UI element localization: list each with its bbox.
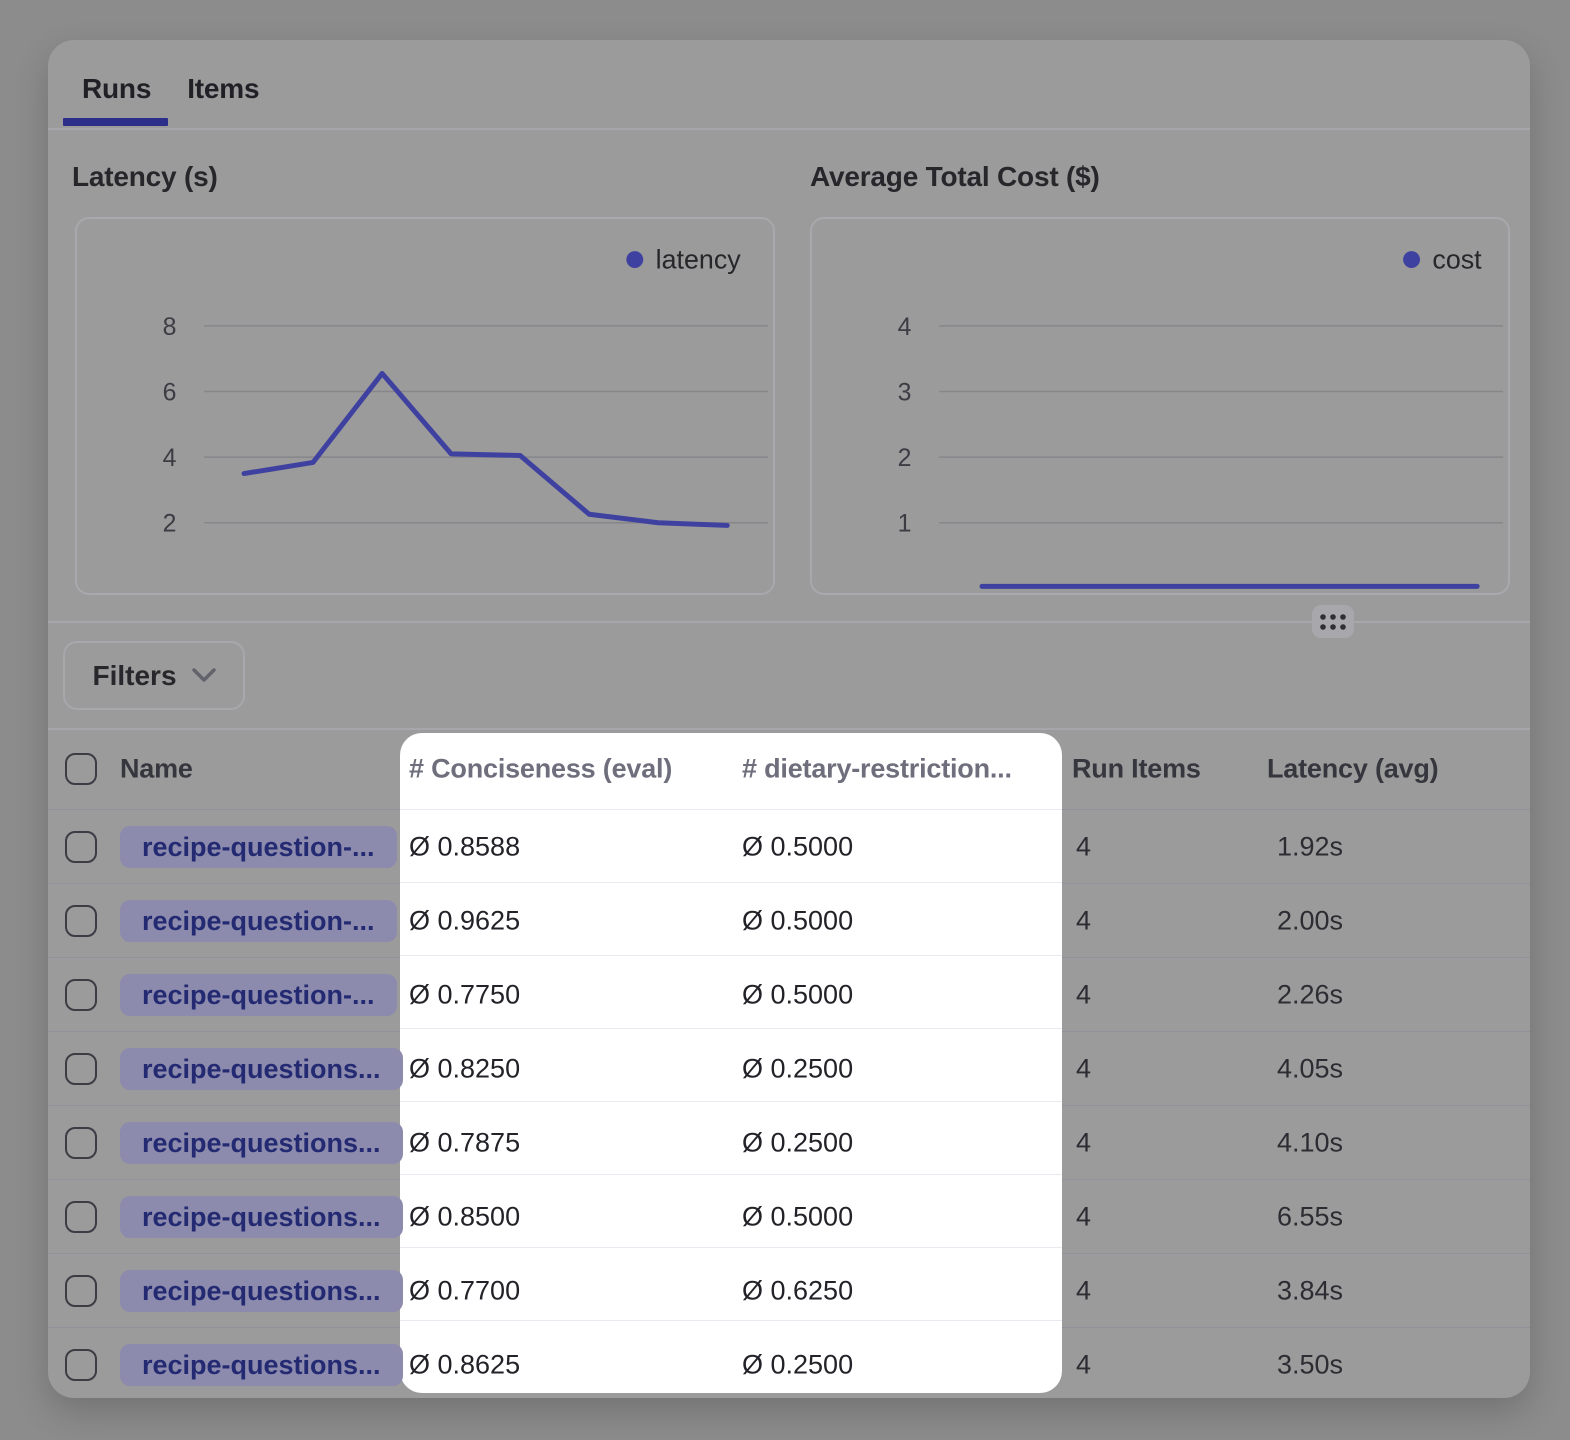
run-name-link[interactable]: recipe-questions... [120,1270,403,1312]
run-name-link[interactable]: recipe-questions... [120,1122,403,1164]
run-items-value: 4 [1076,1349,1091,1380]
spotlight-row-separator [400,1320,1062,1322]
spotlight-row-separator [400,882,1062,884]
run-name-link[interactable]: recipe-questions... [120,1344,403,1386]
dietary-restriction-value: Ø 0.5000 [742,979,853,1010]
svg-text:4: 4 [898,314,912,341]
tabs-divider [48,128,1530,130]
dietary-restriction-value: Ø 0.6250 [742,1275,853,1306]
row-checkbox[interactable] [65,1053,97,1085]
cost-chart: 4 3 2 1 cost [812,219,1508,593]
run-name-link[interactable]: recipe-question-... [120,900,397,942]
conciseness-value: Ø 0.8250 [409,1053,520,1084]
svg-text:1: 1 [898,511,912,538]
conciseness-value: Ø 0.7700 [409,1275,520,1306]
latency-avg-value: 6.55s [1277,1201,1343,1232]
dietary-restriction-value: Ø 0.2500 [742,1349,853,1380]
svg-text:6: 6 [163,379,177,406]
tab-items[interactable]: Items [187,64,259,114]
page-background: { "tabs": [ {"label": "Runs", "active": … [0,0,1570,1440]
run-name-link[interactable]: recipe-question-... [120,974,397,1016]
active-tab-underline [63,118,168,126]
column-header-dietary-restriction: # dietary-restriction... [742,753,1012,784]
latency-avg-value: 2.26s [1277,979,1343,1010]
main-card: Runs Items Latency (s) Average Total Cos… [48,40,1530,1398]
svg-text:8: 8 [163,314,177,341]
row-checkbox[interactable] [65,1127,97,1159]
conciseness-value: Ø 0.8500 [409,1201,520,1232]
tab-runs[interactable]: Runs [82,64,151,114]
row-checkbox[interactable] [65,831,97,863]
conciseness-value: Ø 0.8588 [409,831,520,862]
charts-section-divider [48,621,1530,623]
conciseness-value: Ø 0.7750 [409,979,520,1010]
row-checkbox[interactable] [65,905,97,937]
run-items-value: 4 [1076,1127,1091,1158]
run-name-link[interactable]: recipe-questions... [120,1048,403,1090]
latency-chart: 8 6 4 2 latency [77,219,773,593]
run-items-value: 4 [1076,831,1091,862]
latency-avg-value: 4.10s [1277,1127,1343,1158]
latency-chart-title: Latency (s) [72,161,218,193]
run-items-value: 4 [1076,1275,1091,1306]
latency-avg-value: 3.84s [1277,1275,1343,1306]
cost-chart-title: Average Total Cost ($) [810,161,1100,193]
latency-avg-value: 4.05s [1277,1053,1343,1084]
row-checkbox[interactable] [65,1201,97,1233]
spotlight-row-separator [400,955,1062,957]
run-items-value: 4 [1076,1053,1091,1084]
latency-avg-value: 3.50s [1277,1349,1343,1380]
column-header-name: Name [120,753,193,784]
drag-dots-icon [1320,614,1346,630]
conciseness-value: Ø 0.8625 [409,1349,520,1380]
run-items-value: 4 [1076,905,1091,936]
run-name-link[interactable]: recipe-question-... [120,826,397,868]
run-name-link[interactable]: recipe-questions... [120,1196,403,1238]
latency-avg-value: 1.92s [1277,831,1343,862]
run-items-value: 4 [1076,1201,1091,1232]
column-header-run-items: Run Items [1072,753,1201,784]
dietary-restriction-value: Ø 0.2500 [742,1127,853,1158]
cost-chart-card: 4 3 2 1 cost [810,217,1510,595]
header-checkbox[interactable] [65,753,97,785]
chevron-down-icon [192,668,216,683]
spotlight-row-separator [400,1101,1062,1103]
filters-button-label: Filters [92,660,176,692]
svg-text:4: 4 [163,445,177,472]
dietary-restriction-value: Ø 0.5000 [742,1201,853,1232]
column-header-latency-avg: Latency (avg) [1267,753,1438,784]
spotlight-row-separator [400,1028,1062,1030]
run-items-value: 4 [1076,979,1091,1010]
svg-text:cost: cost [1432,245,1482,275]
spotlight-row-separator [400,1174,1062,1176]
row-checkbox[interactable] [65,1275,97,1307]
svg-text:2: 2 [898,445,912,472]
spotlight-row-separator [400,809,1062,811]
row-checkbox[interactable] [65,1349,97,1381]
drag-handle[interactable] [1312,605,1354,638]
row-checkbox[interactable] [65,979,97,1011]
tab-bar: Runs Items [82,64,259,114]
svg-text:3: 3 [898,379,912,406]
svg-text:2: 2 [163,511,177,538]
latency-chart-card: 8 6 4 2 latency [75,217,775,595]
conciseness-value: Ø 0.9625 [409,905,520,936]
filters-button[interactable]: Filters [63,641,245,710]
spotlight-row-separator [400,1247,1062,1249]
column-header-conciseness: # Conciseness (eval) [409,753,672,784]
latency-avg-value: 2.00s [1277,905,1343,936]
svg-text:latency: latency [656,245,742,275]
dietary-restriction-value: Ø 0.2500 [742,1053,853,1084]
dietary-restriction-value: Ø 0.5000 [742,831,853,862]
dietary-restriction-value: Ø 0.5000 [742,905,853,936]
conciseness-value: Ø 0.7875 [409,1127,520,1158]
